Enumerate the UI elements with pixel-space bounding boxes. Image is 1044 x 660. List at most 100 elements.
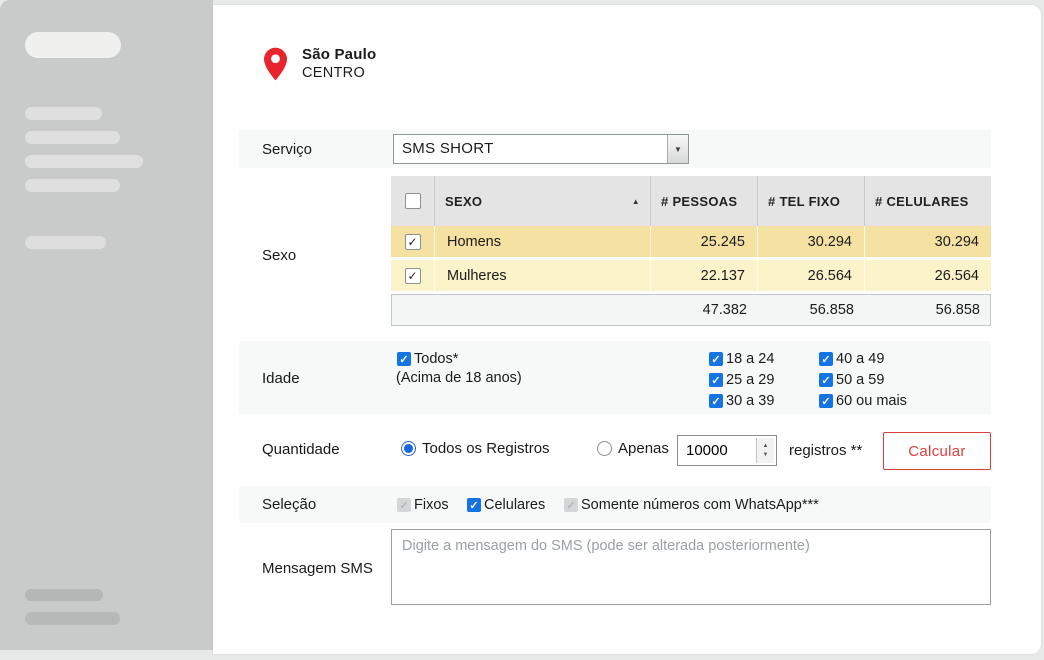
cell-tel-fixo: 30.294: [758, 226, 865, 257]
table-totals-row: 47.382 56.858 56.858: [391, 294, 991, 326]
range-checkbox[interactable]: ✓: [819, 352, 833, 366]
whatsapp-option: ✓ Somente números com WhatsApp***: [564, 497, 819, 513]
cell-sexo: Mulheres: [435, 260, 651, 291]
apenas-label: Apenas: [618, 440, 669, 457]
servico-selected-value: SMS SHORT: [394, 135, 667, 163]
sidebar-skeleton-item: [25, 131, 120, 144]
sort-asc-icon: ▲: [632, 197, 640, 206]
idade-todos-note: (Acima de 18 anos): [396, 370, 522, 386]
registros-suffix-label: registros **: [789, 442, 862, 459]
idade-column-2: ✓ 40 a 49 ✓ 50 a 59 ✓ 60 ou mais: [819, 351, 907, 409]
apenas-option[interactable]: Apenas: [597, 440, 669, 457]
location-district: CENTRO: [302, 66, 376, 82]
column-header-sexo-label: SEXO: [445, 194, 482, 209]
quantidade-row: Quantidade Todos os Registros Apenas ▲ ▼…: [239, 415, 991, 487]
sidebar-skeleton-item: [25, 107, 102, 120]
fixos-label: Fixos: [414, 497, 449, 513]
range-label: 25 a 29: [726, 372, 774, 388]
whatsapp-checkbox: ✓: [564, 498, 578, 512]
idade-range-option[interactable]: ✓ 40 a 49: [819, 351, 907, 367]
column-header-tel-fixo-label: # TEL FIXO: [768, 194, 840, 209]
todos-checkbox[interactable]: ✓: [397, 352, 411, 366]
row-checkbox-homens[interactable]: ✓: [405, 234, 421, 250]
range-label: 30 a 39: [726, 393, 774, 409]
range-label: 18 a 24: [726, 351, 774, 367]
spinner-up-icon[interactable]: ▲: [763, 442, 769, 450]
column-header-pessoas-label: # PESSOAS: [661, 194, 737, 209]
idade-range-option[interactable]: ✓ 30 a 39: [709, 393, 774, 409]
range-checkbox[interactable]: ✓: [709, 352, 723, 366]
column-header-sexo[interactable]: SEXO ▲: [435, 176, 651, 226]
table-row-mulheres: ✓ Mulheres 22.137 26.564 26.564: [391, 260, 991, 294]
apenas-radio[interactable]: [597, 441, 612, 456]
idade-column-1: ✓ 18 a 24 ✓ 25 a 29 ✓ 30 a 39: [709, 351, 774, 409]
celulares-option[interactable]: ✓ Celulares: [467, 497, 545, 513]
total-celulares: 56.858: [866, 295, 992, 325]
table-row-homens: ✓ Homens 25.245 30.294 30.294: [391, 226, 991, 260]
sexo-label: Sexo: [262, 247, 296, 264]
location-header: São Paulo CENTRO: [264, 47, 376, 81]
row-checkbox-mulheres[interactable]: ✓: [405, 268, 421, 284]
sidebar-skeleton-item: [25, 612, 120, 625]
mensagem-label: Mensagem SMS: [262, 560, 373, 577]
todos-label: Todos*: [414, 351, 458, 367]
servico-label: Serviço: [262, 141, 312, 158]
sidebar-skeleton-item: [25, 179, 120, 192]
calcular-button[interactable]: Calcular: [883, 432, 991, 470]
range-checkbox[interactable]: ✓: [709, 394, 723, 408]
map-pin-icon: [264, 47, 287, 81]
cell-sexo: Homens: [435, 226, 651, 257]
sexo-table-header: SEXO ▲ # PESSOAS # TEL FIXO # CELULARES: [391, 176, 991, 226]
total-pessoas: 47.382: [652, 295, 759, 325]
idade-range-option[interactable]: ✓ 18 a 24: [709, 351, 774, 367]
sms-message-textarea[interactable]: [391, 529, 991, 605]
idade-range-option[interactable]: ✓ 25 a 29: [709, 372, 774, 388]
idade-todos-option[interactable]: ✓ Todos*: [397, 351, 458, 367]
selecao-row: Seleção ✓ Fixos ✓ Celulares ✓ Somente nú…: [239, 486, 991, 523]
total-tel-fixo: 56.858: [759, 295, 866, 325]
select-all-checkbox[interactable]: [405, 193, 421, 209]
sexo-table: SEXO ▲ # PESSOAS # TEL FIXO # CELULARES …: [391, 176, 991, 326]
cell-celulares: 26.564: [865, 260, 991, 291]
chevron-down-icon[interactable]: ▼: [667, 135, 688, 163]
idade-range-option[interactable]: ✓ 50 a 59: [819, 372, 907, 388]
sidebar-skeleton-item: [25, 32, 121, 58]
column-header-celulares-label: # CELULARES: [875, 194, 969, 209]
range-label: 40 a 49: [836, 351, 884, 367]
cell-pessoas: 22.137: [651, 260, 758, 291]
idade-label: Idade: [262, 370, 300, 387]
idade-range-option[interactable]: ✓ 60 ou mais: [819, 393, 907, 409]
spinner-down-icon[interactable]: ▼: [763, 451, 769, 459]
sidebar-skeleton-item: [25, 589, 103, 601]
range-checkbox[interactable]: ✓: [819, 373, 833, 387]
column-header-pessoas[interactable]: # PESSOAS: [651, 176, 758, 226]
column-header-celulares[interactable]: # CELULARES: [865, 176, 991, 226]
sidebar-skeleton-item: [25, 155, 143, 168]
todos-registros-label: Todos os Registros: [422, 440, 550, 457]
fixos-checkbox: ✓: [397, 498, 411, 512]
range-label: 50 a 59: [836, 372, 884, 388]
range-checkbox[interactable]: ✓: [709, 373, 723, 387]
todos-registros-radio[interactable]: [401, 441, 416, 456]
cell-celulares: 30.294: [865, 226, 991, 257]
whatsapp-label: Somente números com WhatsApp***: [581, 497, 819, 513]
sidebar-skeleton: [0, 0, 213, 650]
range-checkbox[interactable]: ✓: [819, 394, 833, 408]
main-panel: São Paulo CENTRO Serviço SMS SHORT ▼ Sex…: [213, 5, 1041, 654]
location-city: São Paulo: [302, 47, 376, 64]
quantidade-label: Quantidade: [262, 441, 340, 458]
column-header-tel-fixo[interactable]: # TEL FIXO: [758, 176, 865, 226]
sidebar-skeleton-item: [25, 236, 106, 249]
cell-tel-fixo: 26.564: [758, 260, 865, 291]
idade-row: Idade ✓ Todos* (Acima de 18 anos) ✓ 18 a…: [239, 341, 991, 414]
number-spinner[interactable]: ▲ ▼: [756, 438, 774, 463]
selecao-label: Seleção: [262, 496, 316, 513]
servico-row: Serviço SMS SHORT ▼: [239, 130, 991, 168]
cell-pessoas: 25.245: [651, 226, 758, 257]
celulares-label: Celulares: [484, 497, 545, 513]
range-label: 60 ou mais: [836, 393, 907, 409]
servico-select[interactable]: SMS SHORT ▼: [393, 134, 689, 164]
todos-registros-option[interactable]: Todos os Registros: [401, 440, 550, 457]
celulares-checkbox[interactable]: ✓: [467, 498, 481, 512]
fixos-option: ✓ Fixos: [397, 497, 449, 513]
